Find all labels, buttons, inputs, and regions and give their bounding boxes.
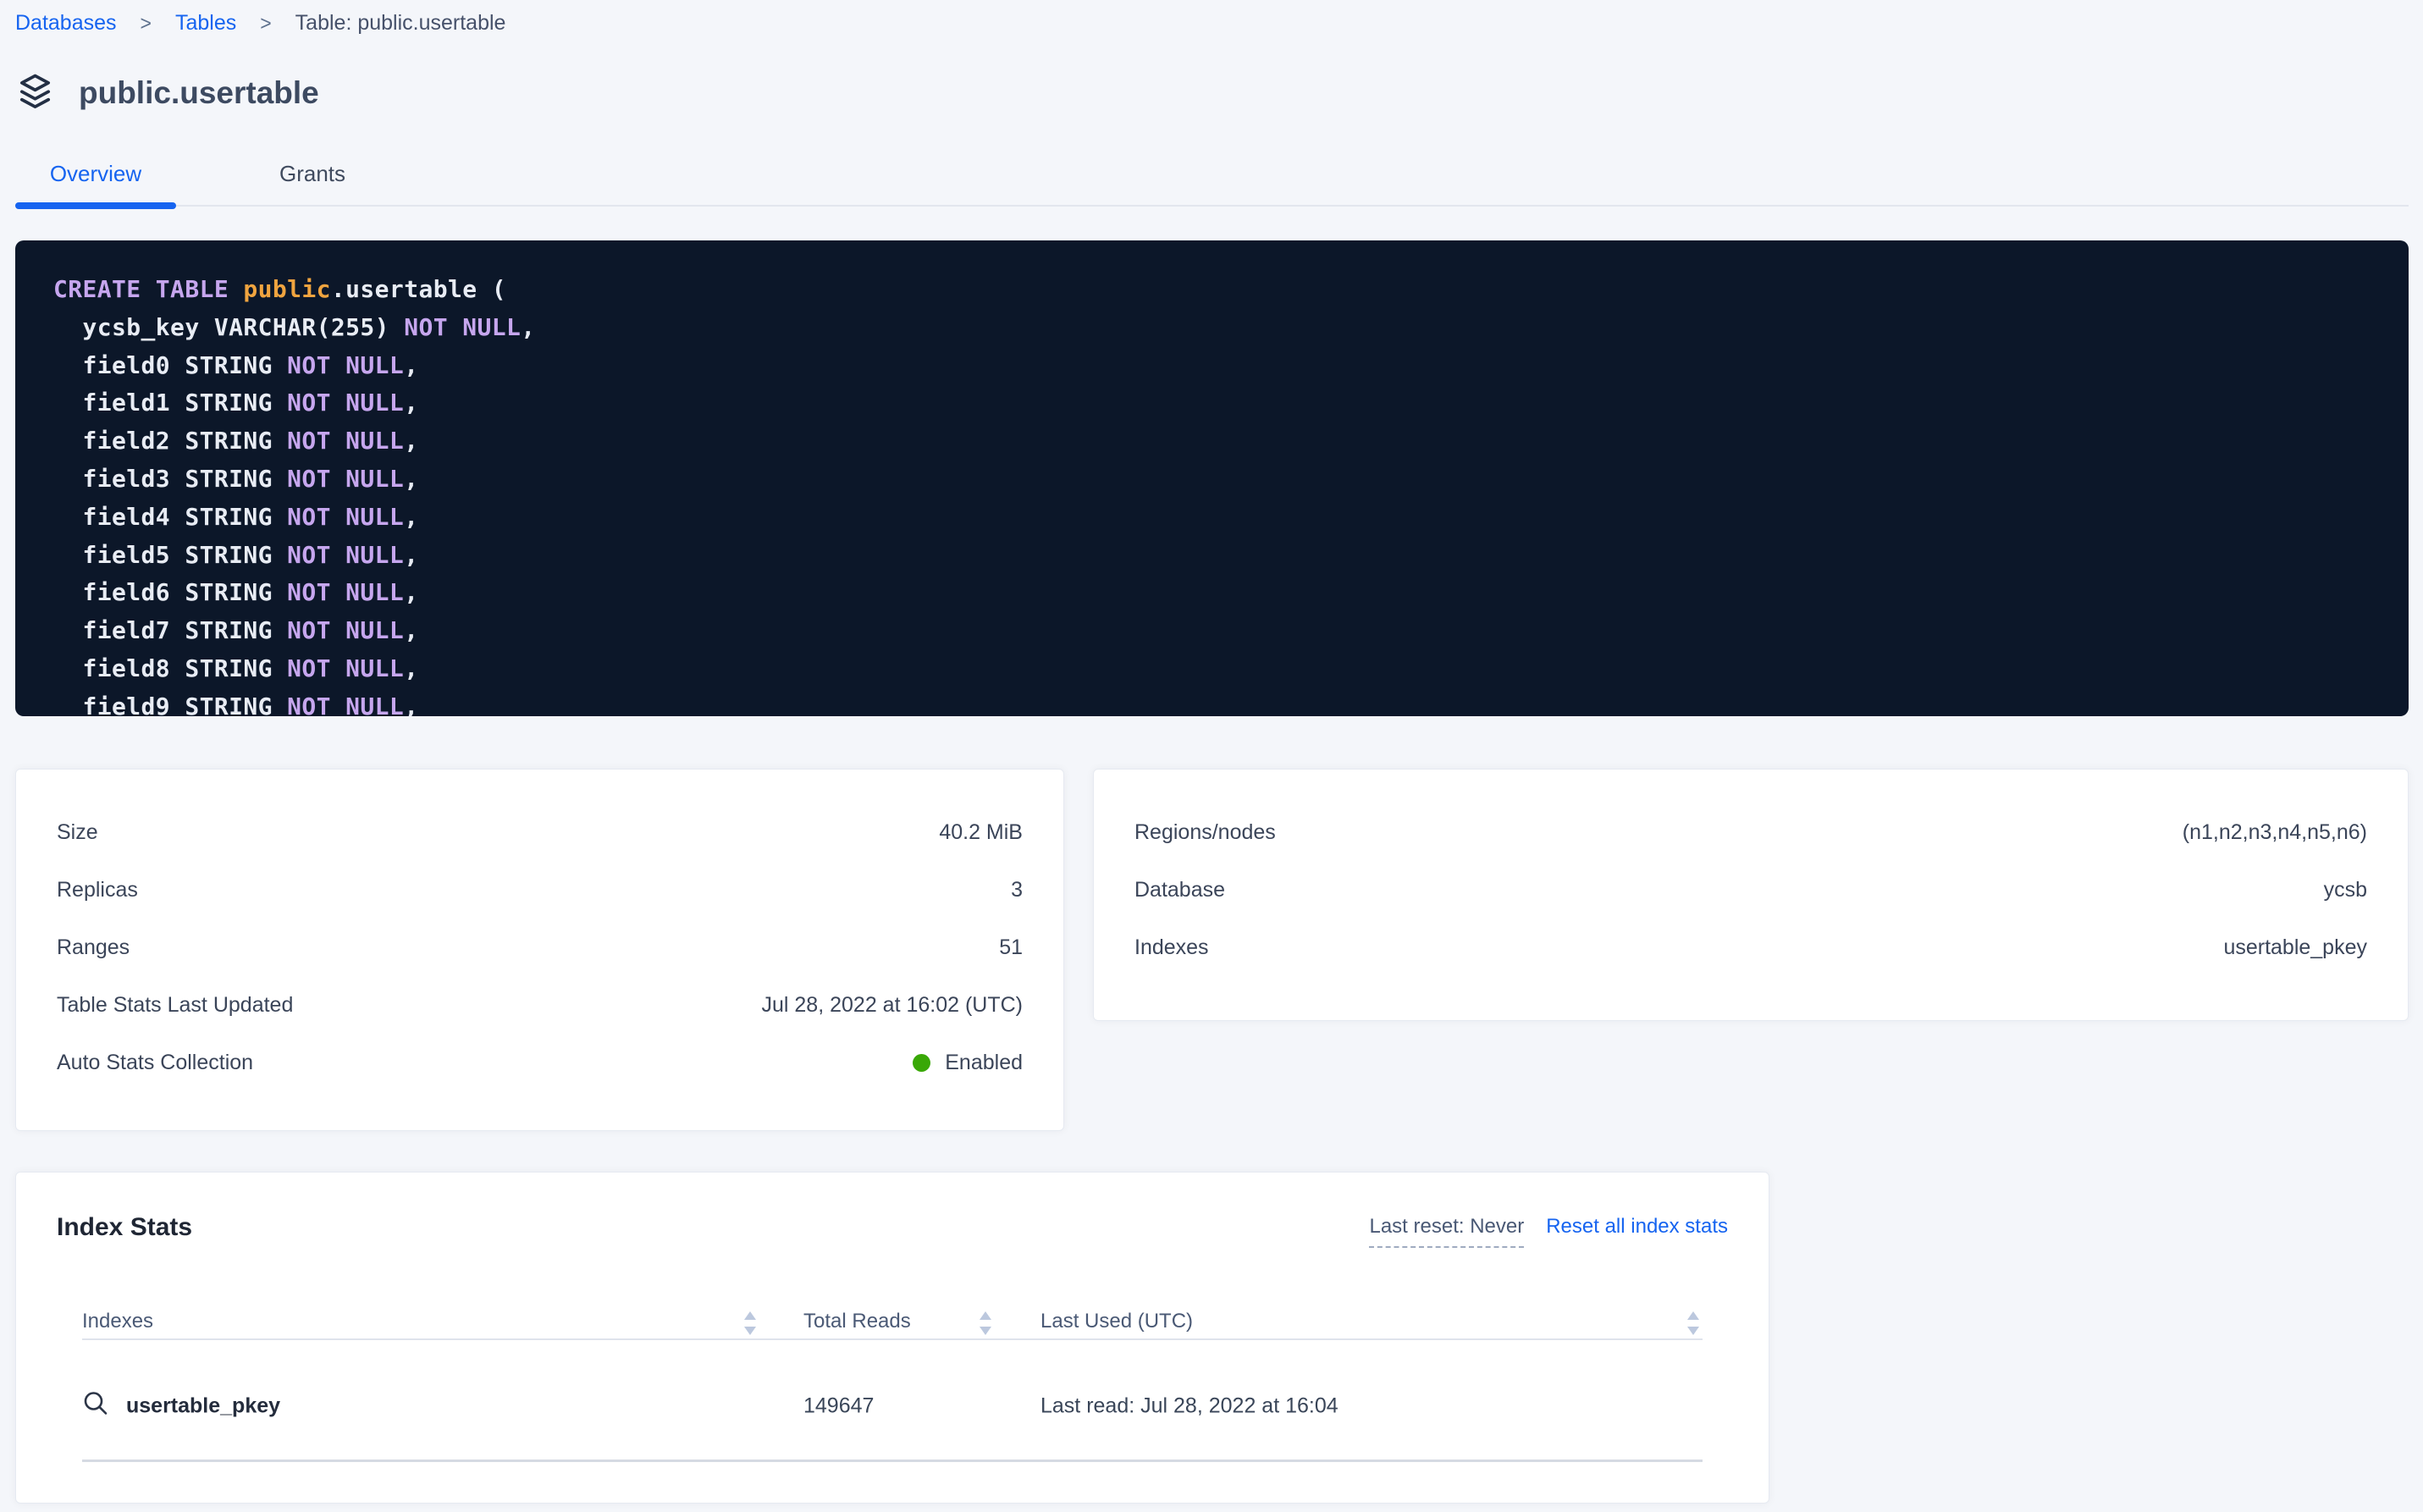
stack-icon xyxy=(15,71,55,115)
breadcrumb-current: Table: public.usertable xyxy=(295,8,506,37)
stat-row-ranges: Ranges 51 xyxy=(16,919,1063,976)
summary-cards: Size 40.2 MiB Replicas 3 Ranges 51 Table… xyxy=(15,769,2409,1131)
stat-value: 40.2 MiB xyxy=(939,820,1023,845)
index-stats-title: Index Stats xyxy=(57,1215,192,1240)
breadcrumb-separator: > xyxy=(141,8,152,38)
index-stats-card: Index Stats Last reset: Never Reset all … xyxy=(15,1172,1769,1504)
index-total-reads: 149647 xyxy=(803,1394,874,1419)
stat-value: 3 xyxy=(1011,878,1023,902)
sql-line: field1 STRING NOT NULL, xyxy=(53,384,2375,422)
sort-icon[interactable] xyxy=(741,1309,759,1344)
stat-value: Enabled xyxy=(913,1051,1023,1075)
stat-value: ycsb xyxy=(2324,878,2367,902)
stat-label: Regions/nodes xyxy=(1134,820,1276,845)
stat-label: Database xyxy=(1134,878,1225,902)
reset-area: Last reset: Never Reset all index stats xyxy=(1369,1215,1728,1248)
column-header-total-reads[interactable]: Total Reads xyxy=(803,1309,911,1334)
sql-line: field5 STRING NOT NULL, xyxy=(53,537,2375,575)
stat-value: (n1,n2,n3,n4,n5,n6) xyxy=(2183,820,2367,845)
stat-label: Table Stats Last Updated xyxy=(57,993,293,1018)
breadcrumb: Databases > Tables > Table: public.usert… xyxy=(15,8,2409,37)
stat-value: 51 xyxy=(999,935,1023,960)
index-stats-header: Index Stats Last reset: Never Reset all … xyxy=(57,1215,1728,1248)
index-last-used: Last read: Jul 28, 2022 at 16:04 xyxy=(1040,1394,1338,1419)
stat-row-indexes: Indexes usertable_pkey xyxy=(1094,919,2408,976)
sql-line: field0 STRING NOT NULL, xyxy=(53,347,2375,385)
sql-line: field2 STRING NOT NULL, xyxy=(53,422,2375,461)
breadcrumb-databases[interactable]: Databases xyxy=(15,8,117,37)
column-header-last-used[interactable]: Last Used (UTC) xyxy=(1040,1309,1193,1334)
index-stats-table-header: Indexes Total Reads Last Used (UTC) xyxy=(82,1309,1703,1340)
status-dot-enabled xyxy=(913,1054,930,1072)
sql-line: field8 STRING NOT NULL, xyxy=(53,650,2375,688)
tab-overview[interactable]: Overview xyxy=(15,161,176,205)
stat-value: Jul 28, 2022 at 16:02 (UTC) xyxy=(762,993,1024,1018)
tab-grants[interactable]: Grants xyxy=(232,161,393,205)
stat-label: Replicas xyxy=(57,878,138,902)
sql-line: CREATE TABLE public.usertable ( xyxy=(53,271,2375,309)
stat-row-regions: Regions/nodes (n1,n2,n3,n4,n5,n6) xyxy=(1094,803,2408,861)
create-statement: CREATE TABLE public.usertable ( ycsb_key… xyxy=(15,240,2409,716)
stat-row-database: Database ycsb xyxy=(1094,861,2408,919)
sql-line: field3 STRING NOT NULL, xyxy=(53,461,2375,499)
sql-line: field9 STRING NOT NULL, xyxy=(53,688,2375,716)
stat-label: Size xyxy=(57,820,98,845)
index-stats-table: Indexes Total Reads Last Used (UTC) xyxy=(82,1309,1703,1462)
sql-line: field7 STRING NOT NULL, xyxy=(53,612,2375,650)
stat-row-stats-updated: Table Stats Last Updated Jul 28, 2022 at… xyxy=(16,976,1063,1034)
title-bar: public.usertable xyxy=(15,73,2409,113)
sql-line: field4 STRING NOT NULL, xyxy=(53,499,2375,537)
sort-icon[interactable] xyxy=(1684,1309,1703,1344)
sql-line: field6 STRING NOT NULL, xyxy=(53,574,2375,612)
status-text: Enabled xyxy=(945,1051,1023,1075)
stat-row-replicas: Replicas 3 xyxy=(16,861,1063,919)
sort-icon[interactable] xyxy=(976,1309,995,1344)
stat-row-size: Size 40.2 MiB xyxy=(16,803,1063,861)
page-title: public.usertable xyxy=(79,75,319,111)
breadcrumb-tables[interactable]: Tables xyxy=(175,8,236,37)
search-icon xyxy=(82,1390,109,1423)
tab-bar: Overview Grants xyxy=(15,161,2409,207)
index-stats-row-usertable-pkey[interactable]: usertable_pkey 149647 Last read: Jul 28,… xyxy=(82,1340,1703,1462)
breadcrumb-separator: > xyxy=(260,8,271,38)
stat-value: usertable_pkey xyxy=(2223,935,2367,960)
table-details-page: Databases > Tables > Table: public.usert… xyxy=(0,0,2423,1504)
index-name[interactable]: usertable_pkey xyxy=(126,1394,280,1419)
stat-label: Indexes xyxy=(1134,935,1209,960)
table-location-card: Regions/nodes (n1,n2,n3,n4,n5,n6) Databa… xyxy=(1093,769,2409,1021)
reset-all-index-stats-link[interactable]: Reset all index stats xyxy=(1546,1215,1728,1239)
table-stats-card: Size 40.2 MiB Replicas 3 Ranges 51 Table… xyxy=(15,769,1064,1131)
column-header-indexes[interactable]: Indexes xyxy=(82,1309,153,1334)
sql-line: ycsb_key VARCHAR(255) NOT NULL, xyxy=(53,309,2375,347)
stat-label: Auto Stats Collection xyxy=(57,1051,253,1075)
stat-label: Ranges xyxy=(57,935,130,960)
last-reset-label[interactable]: Last reset: Never xyxy=(1369,1215,1524,1248)
stat-row-auto-stats: Auto Stats Collection Enabled xyxy=(16,1034,1063,1091)
